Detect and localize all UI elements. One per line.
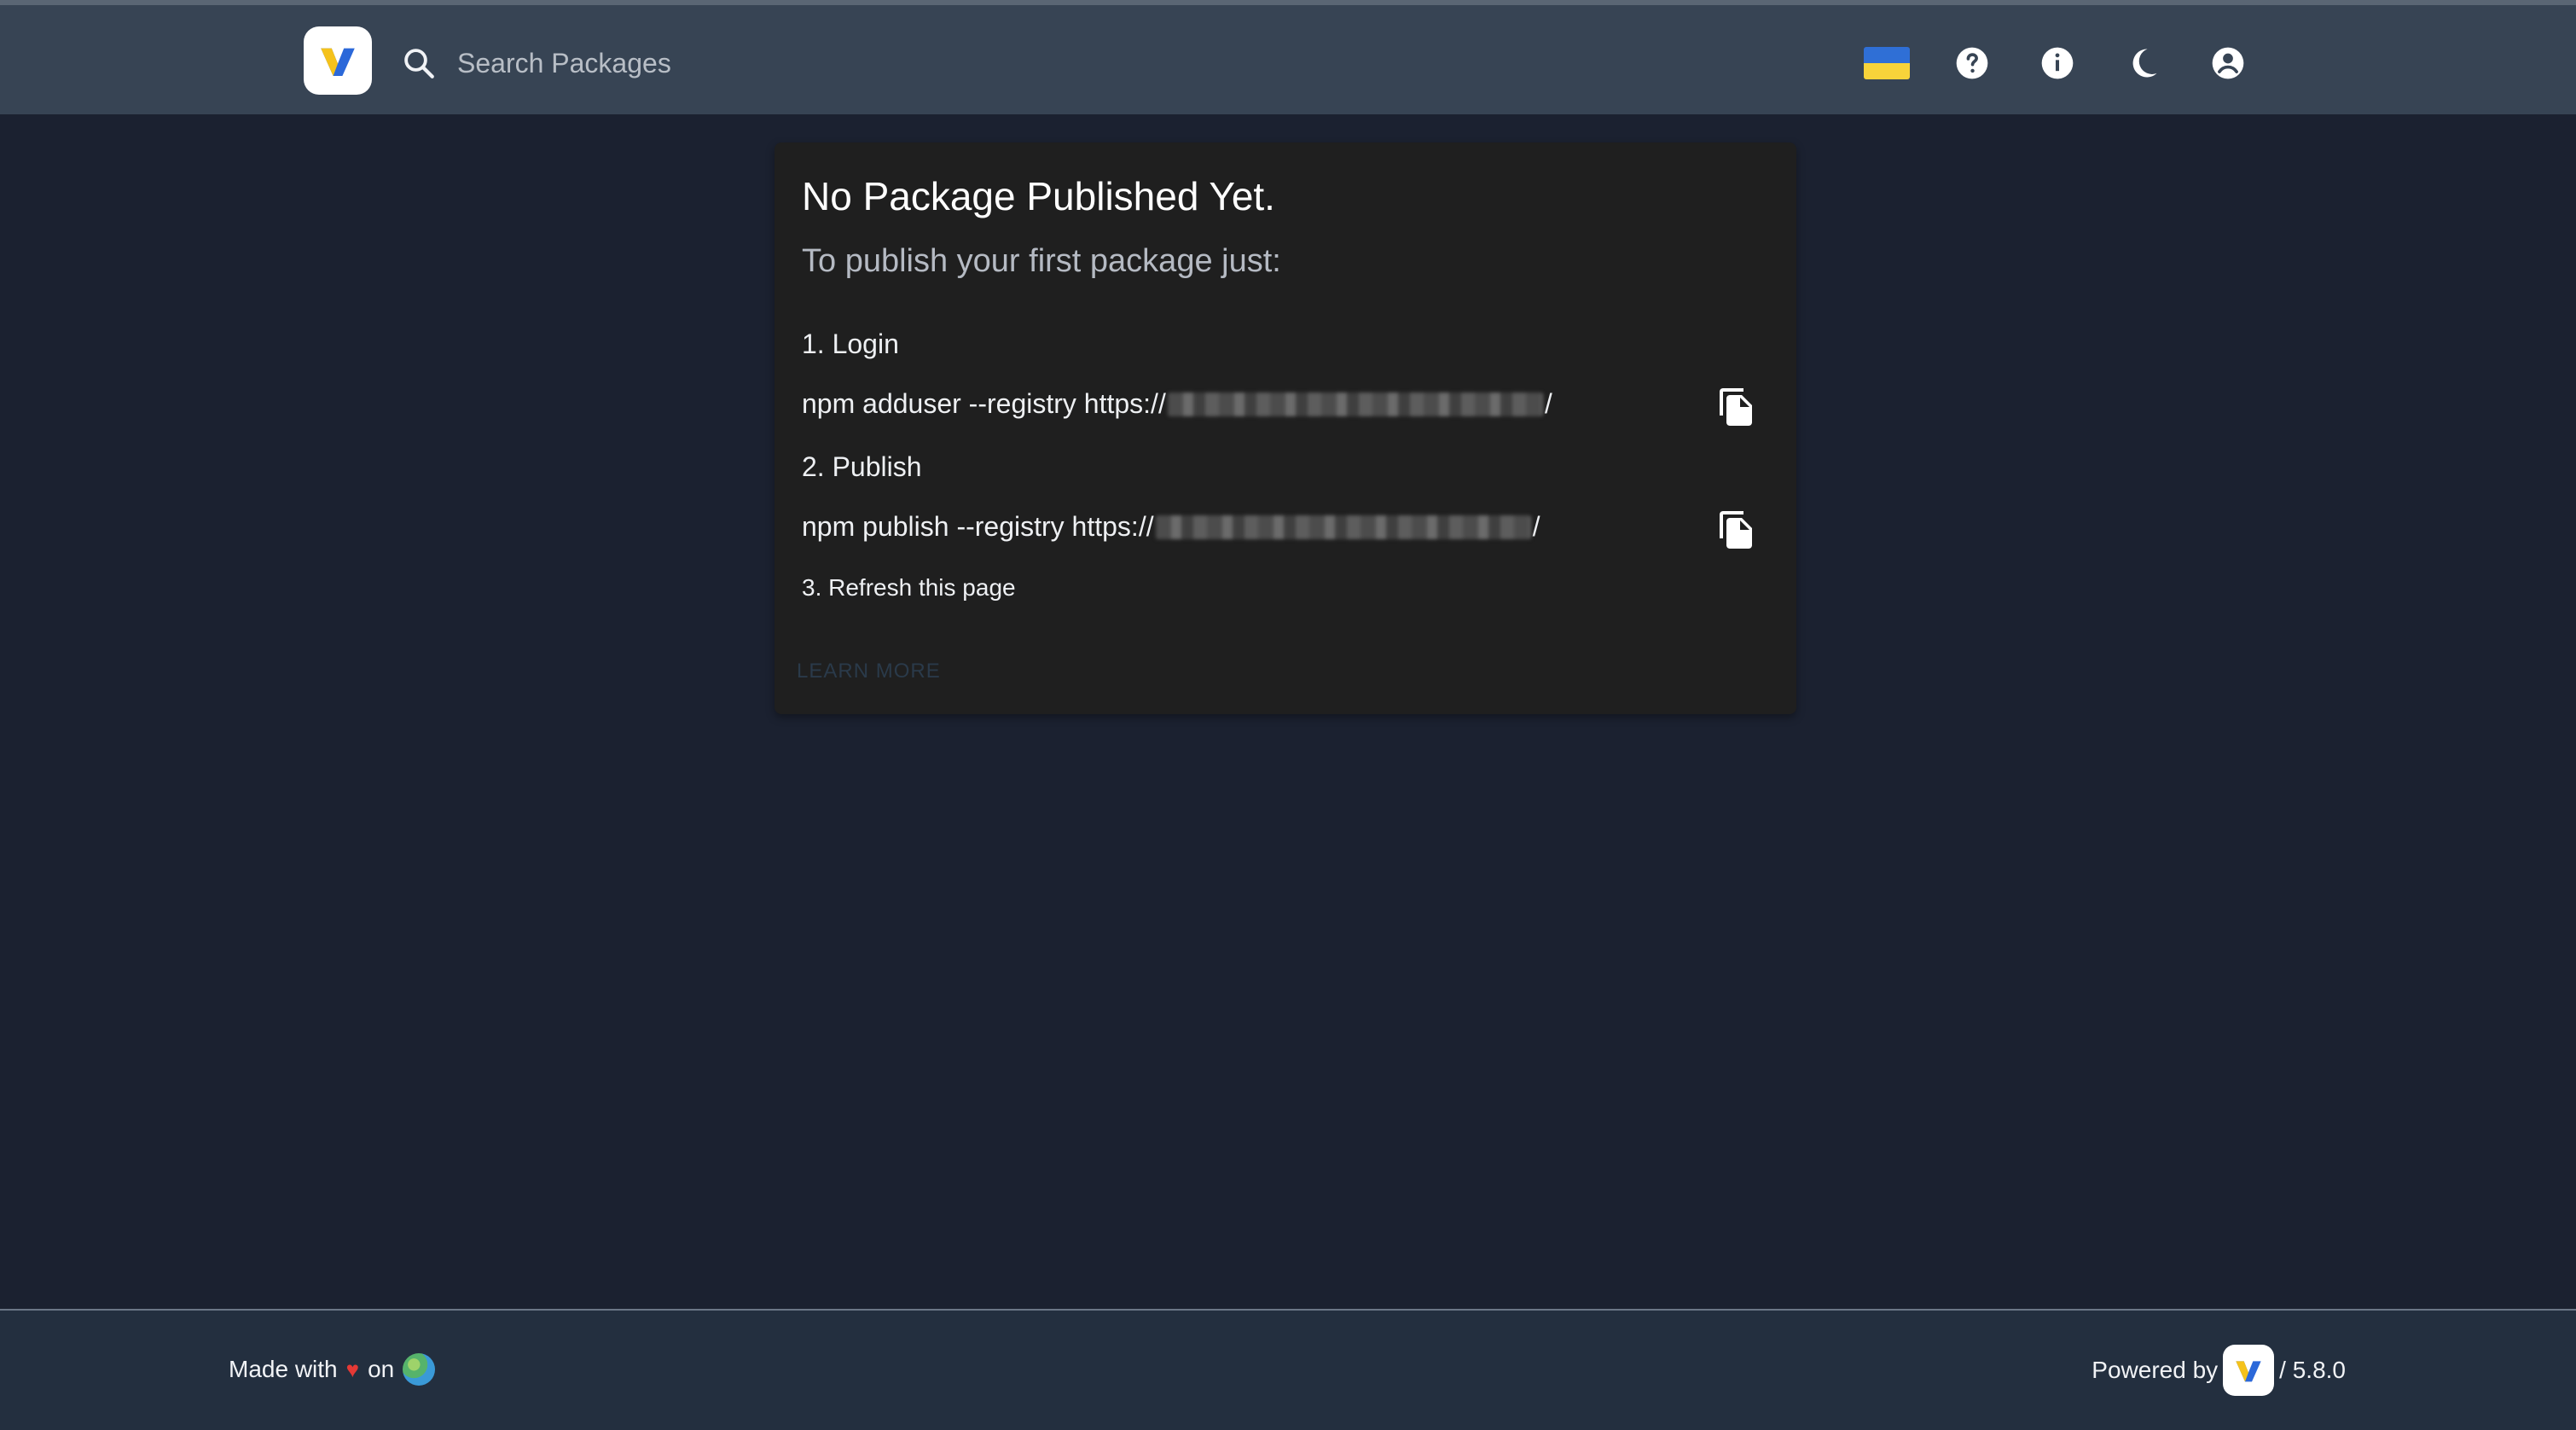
publish-command-prefix: npm publish --registry https:// [802, 511, 1154, 542]
account-button[interactable] [2204, 39, 2252, 87]
search-icon [401, 45, 437, 81]
account-circle-icon [2212, 47, 2244, 79]
redacted-registry-url [1155, 514, 1531, 539]
language-flag-button[interactable] [1863, 39, 1911, 87]
ukraine-flag-icon [1864, 47, 1910, 79]
verdaccio-logo-icon [321, 48, 355, 76]
top-bar [0, 0, 2576, 114]
login-command: npm adduser --registry https:// / [802, 388, 1552, 420]
step-publish-label: 2. Publish [802, 451, 922, 482]
help-circle-icon [1956, 47, 1988, 79]
publish-command-suffix: / [1532, 511, 1540, 542]
instructions-subtitle: To publish your first package just: [802, 243, 1281, 279]
header-actions [1863, 36, 2252, 90]
copy-login-command-button[interactable] [1713, 383, 1761, 431]
made-with-text: Made with [229, 1356, 338, 1382]
made-with-love: Made with ♥ on [229, 1353, 436, 1386]
theme-toggle-button[interactable] [2119, 39, 2167, 87]
powered-by-text: Powered by [2092, 1357, 2219, 1383]
step-refresh-label: 3. Refresh this page [802, 574, 1016, 601]
publish-command: npm publish --registry https:// / [802, 511, 1540, 543]
verdaccio-logo-small[interactable] [2223, 1345, 2275, 1396]
copy-icon [1720, 511, 1752, 549]
powered-by: Powered by / 5.8.0 [2092, 1345, 2346, 1396]
info-button[interactable] [2034, 39, 2081, 87]
step-login-label: 1. Login [802, 328, 899, 359]
learn-more-link[interactable]: LEARN MORE [797, 660, 941, 683]
redacted-registry-url [1167, 392, 1543, 416]
search-bar [401, 38, 1169, 89]
search-input[interactable] [455, 46, 1141, 80]
copy-icon [1720, 388, 1752, 426]
heart-icon: ♥ [345, 1356, 360, 1382]
login-command-prefix: npm adduser --registry https:// [802, 388, 1166, 419]
globe-icon [403, 1353, 436, 1386]
verdaccio-logo[interactable] [304, 26, 372, 95]
info-icon [2041, 47, 2074, 79]
login-command-suffix: / [1544, 388, 1552, 419]
moon-icon [2132, 49, 2157, 78]
help-button[interactable] [1948, 39, 1996, 87]
version-text: / 5.8.0 [2279, 1357, 2346, 1383]
verdaccio-logo-icon [2236, 1361, 2261, 1382]
footer: Made with ♥ on Powered by / 5.8.0 [0, 1309, 2576, 1430]
copy-publish-command-button[interactable] [1713, 506, 1761, 554]
empty-state-card: No Package Published Yet. To publish you… [775, 142, 1796, 714]
on-text: on [368, 1356, 395, 1382]
page-title: No Package Published Yet. [802, 174, 1275, 218]
